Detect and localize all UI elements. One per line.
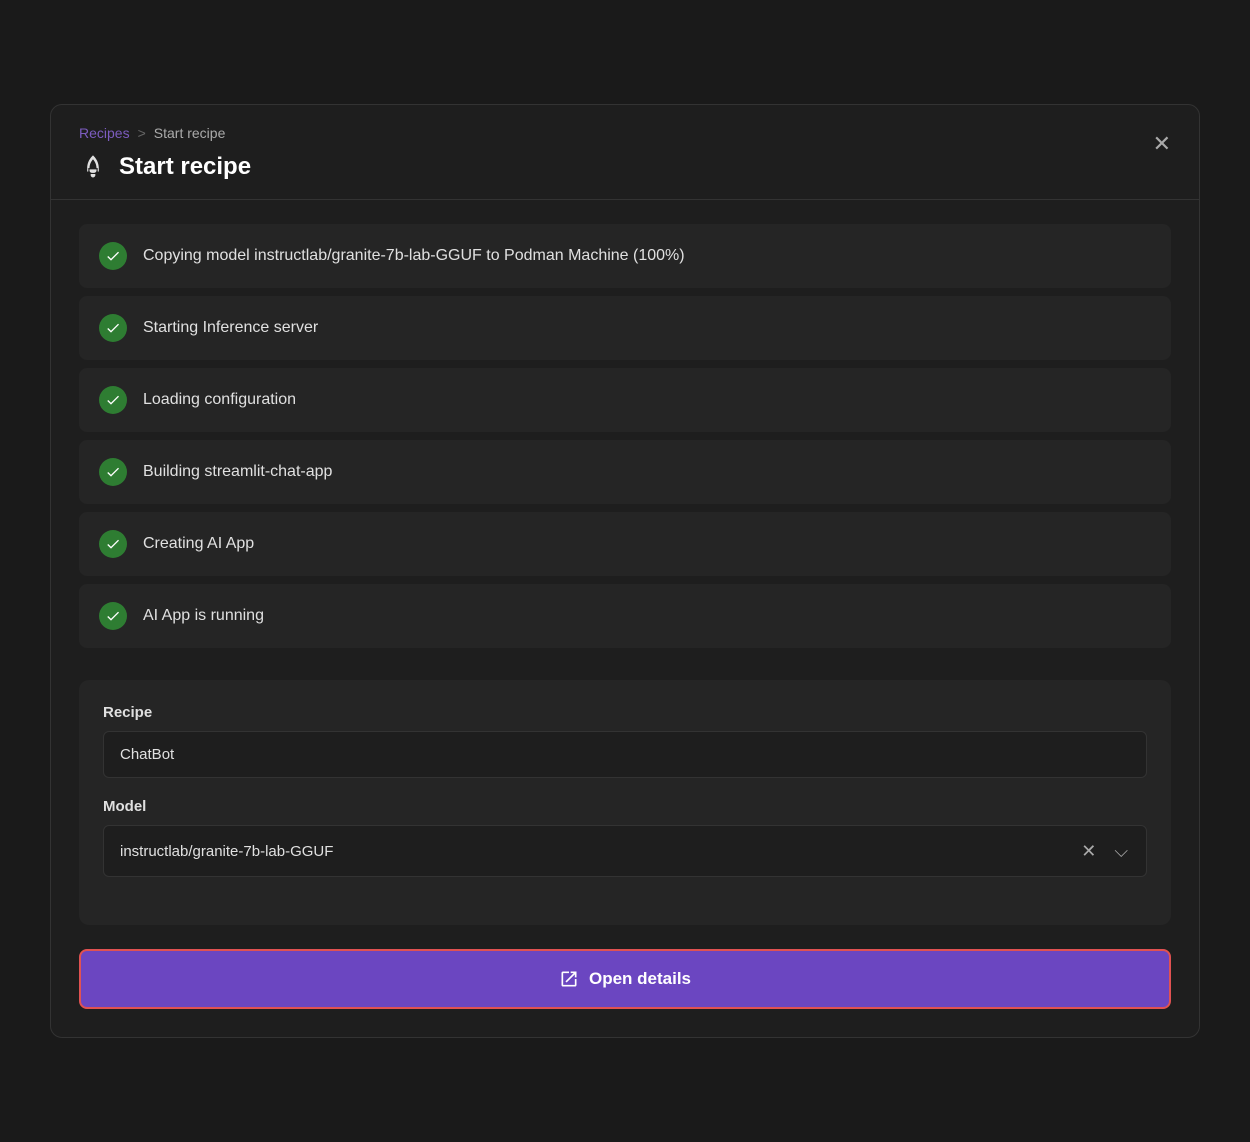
breadcrumb-link[interactable]: Recipes bbox=[79, 125, 130, 141]
model-field-value-box: instructlab/granite-7b-lab-GGUF ✕ ⌵ bbox=[103, 825, 1147, 877]
page-title: Start recipe bbox=[119, 153, 251, 181]
step-label-running: AI App is running bbox=[143, 607, 264, 625]
header-title-row: Start recipe bbox=[79, 153, 1171, 181]
open-details-label: Open details bbox=[589, 969, 691, 989]
recipe-field-value: ChatBot bbox=[103, 731, 1147, 778]
details-section: Recipe ChatBot Model instructlab/granite… bbox=[79, 680, 1171, 925]
step-label-copy-model: Copying model instructlab/granite-7b-lab… bbox=[143, 247, 685, 265]
step-item: Copying model instructlab/granite-7b-lab… bbox=[79, 224, 1171, 288]
recipe-field-label: Recipe bbox=[103, 704, 1147, 721]
breadcrumb-current: Start recipe bbox=[154, 125, 226, 141]
step-check-create bbox=[99, 530, 127, 558]
model-dropdown-button[interactable]: ⌵ bbox=[1112, 840, 1130, 862]
header-content: Recipes > Start recipe Start recipe bbox=[79, 125, 1171, 181]
step-list: Copying model instructlab/granite-7b-lab… bbox=[79, 224, 1171, 648]
step-check-build bbox=[99, 458, 127, 486]
step-item: Starting Inference server bbox=[79, 296, 1171, 360]
step-label-build: Building streamlit-chat-app bbox=[143, 463, 332, 481]
step-item: Loading configuration bbox=[79, 368, 1171, 432]
step-label-config: Loading configuration bbox=[143, 391, 296, 409]
modal-header: Recipes > Start recipe Start recipe ✕ bbox=[51, 105, 1199, 200]
modal-overlay: Recipes > Start recipe Start recipe ✕ bbox=[0, 0, 1250, 1142]
rocket-icon bbox=[79, 153, 107, 181]
step-check-inference bbox=[99, 314, 127, 342]
step-item: AI App is running bbox=[79, 584, 1171, 648]
breadcrumb: Recipes > Start recipe bbox=[79, 125, 1171, 141]
modal-body: Copying model instructlab/granite-7b-lab… bbox=[51, 200, 1199, 1037]
model-field-label: Model bbox=[103, 798, 1147, 815]
model-actions: ✕ ⌵ bbox=[1079, 840, 1130, 862]
step-item: Creating AI App bbox=[79, 512, 1171, 576]
breadcrumb-separator: > bbox=[138, 125, 146, 141]
modal-container: Recipes > Start recipe Start recipe ✕ bbox=[50, 104, 1200, 1038]
step-label-inference: Starting Inference server bbox=[143, 319, 318, 337]
model-value: instructlab/granite-7b-lab-GGUF bbox=[120, 843, 333, 860]
close-button[interactable]: ✕ bbox=[1149, 129, 1175, 159]
external-link-icon bbox=[559, 969, 579, 989]
step-check-running bbox=[99, 602, 127, 630]
open-details-button[interactable]: Open details bbox=[79, 949, 1171, 1009]
step-item: Building streamlit-chat-app bbox=[79, 440, 1171, 504]
step-check-copy-model bbox=[99, 242, 127, 270]
step-check-config bbox=[99, 386, 127, 414]
step-label-create: Creating AI App bbox=[143, 535, 254, 553]
model-clear-button[interactable]: ✕ bbox=[1079, 840, 1098, 862]
